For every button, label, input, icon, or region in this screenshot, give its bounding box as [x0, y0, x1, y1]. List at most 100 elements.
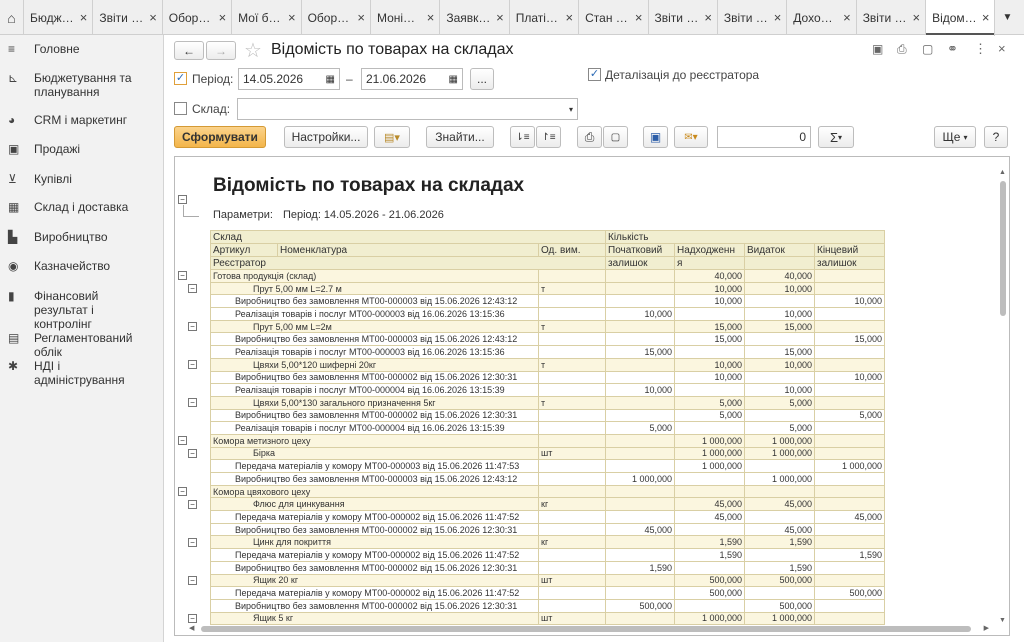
more-button[interactable]: Ще ▾ [934, 126, 976, 148]
tab-9[interactable]: Звіти … × [649, 0, 718, 35]
collapse-toggle-icon[interactable]: − [188, 398, 197, 407]
collapse-toggle-icon[interactable]: − [178, 436, 187, 446]
row-expense [744, 294, 815, 309]
scroll-thumb[interactable] [1000, 181, 1006, 316]
close-icon[interactable]: × [998, 41, 1006, 56]
sidebar-item-5[interactable]: ▦ Склад і доставка [0, 200, 160, 214]
sidebar-item-4[interactable]: ⊻ Купівлі [0, 172, 160, 186]
close-icon[interactable]: × [149, 10, 157, 25]
date-from-input[interactable]: 14.05.2026 ▦ [238, 68, 340, 90]
save-button[interactable]: ▣ [643, 126, 668, 148]
home-icon[interactable]: ⌂ [0, 0, 24, 35]
expand-groups-button[interactable]: ↾≡ [536, 126, 561, 148]
date-to-input[interactable]: 21.06.2026 ▦ [361, 68, 463, 90]
tab-6[interactable]: Заявк… × [440, 0, 510, 35]
sidebar-item-9[interactable]: ▤ Регламентований облік [0, 331, 160, 359]
tab-12[interactable]: Звіти … × [857, 0, 927, 35]
more-vertical-icon[interactable]: ⋮ [974, 41, 987, 57]
chevron-down-icon[interactable]: ▼ [995, 0, 1019, 34]
warehouse-checkbox[interactable] [174, 102, 187, 115]
sidebar-item-8[interactable]: ▮ Фінансовий результат і контролінг [0, 289, 160, 331]
collapse-toggle-icon[interactable]: − [188, 283, 197, 293]
favorite-star-icon[interactable]: ☆ [244, 38, 262, 63]
back-button[interactable]: ← [174, 41, 204, 60]
close-icon[interactable]: × [912, 10, 920, 25]
collapse-toggle-icon[interactable]: − [178, 486, 187, 496]
tab-8[interactable]: Стан … × [579, 0, 649, 35]
sidebar-item-6[interactable]: ▙ Виробництво [0, 230, 160, 244]
row-income: 45,000 [674, 497, 745, 512]
tab-0[interactable]: Бюдж… × [24, 0, 94, 35]
sidebar-item-7[interactable]: ◉ Казначейство [0, 259, 160, 273]
find-button[interactable]: Знайти... [426, 126, 494, 148]
tab-7[interactable]: Платі… × [510, 0, 580, 35]
close-icon[interactable]: × [704, 10, 712, 25]
close-icon[interactable]: × [288, 10, 296, 25]
report-area[interactable]: − Відомість по товарах на складах Параме… [174, 156, 1010, 636]
print-button[interactable]: ⎙ [577, 126, 602, 148]
help-button[interactable]: ? [984, 126, 1008, 148]
collapse-toggle-icon[interactable]: − [188, 537, 197, 547]
vertical-scrollbar[interactable]: ▲ ▼ [999, 169, 1007, 624]
collapse-toggle-icon[interactable]: − [188, 321, 197, 331]
warehouse-input[interactable]: ▾ [237, 98, 578, 120]
scroll-left-icon[interactable]: ◀ [189, 624, 194, 632]
variant-button[interactable]: ▤▾ [374, 126, 410, 148]
scroll-up-icon[interactable]: ▲ [999, 169, 1006, 176]
period-select-button[interactable]: ... [470, 68, 494, 90]
collapse-toggle-icon[interactable]: − [188, 359, 197, 369]
scroll-right-icon[interactable]: ▶ [984, 624, 989, 632]
print-icon[interactable]: ⎙ [897, 42, 907, 57]
sidebar-item-3[interactable]: ▣ Продажі [0, 142, 160, 156]
sum-field[interactable]: 0 [717, 126, 811, 148]
tab-4[interactable]: Обор… × [302, 0, 371, 35]
tab-5[interactable]: Моні… × [371, 0, 441, 35]
sidebar-item-0[interactable]: ≡ Головне [0, 42, 160, 56]
generate-button[interactable]: Сформувати [174, 126, 266, 148]
settings-button[interactable]: Настройки... [284, 126, 368, 148]
calendar-icon[interactable]: ▦ [449, 74, 458, 85]
close-icon[interactable]: × [357, 10, 365, 25]
close-icon[interactable]: × [219, 10, 227, 25]
close-icon[interactable]: × [496, 10, 504, 25]
close-icon[interactable]: × [774, 10, 782, 25]
tab-11[interactable]: Дохо… × [787, 0, 857, 35]
sum-button[interactable]: Σ ▾ [818, 126, 854, 148]
collapse-toggle-icon[interactable]: − [188, 575, 197, 585]
period-checkbox[interactable]: ✓ [174, 72, 187, 85]
forward-button[interactable]: → [206, 41, 236, 60]
preview-icon[interactable]: ▢ [922, 42, 933, 56]
close-icon[interactable]: × [843, 10, 851, 25]
link-icon[interactable]: ⚭ [947, 41, 958, 57]
tab-10[interactable]: Звіти … × [718, 0, 788, 35]
close-icon[interactable]: × [566, 10, 574, 25]
close-icon[interactable]: × [427, 10, 435, 25]
collapse-toggle-icon[interactable]: − [188, 499, 197, 509]
horizontal-scrollbar[interactable]: ◀ ▶ [189, 625, 989, 633]
collapse-toggle-icon[interactable]: − [188, 448, 197, 458]
save-icon[interactable]: ▣ [872, 42, 883, 56]
tab-1[interactable]: Звіти … × [93, 0, 163, 35]
chevron-down-icon[interactable]: ▾ [569, 105, 573, 114]
tab-3[interactable]: Мої б… × [232, 0, 302, 35]
collapse-toggle-icon[interactable]: − [178, 195, 187, 204]
close-icon[interactable]: × [982, 10, 990, 25]
preview-button[interactable]: ▢ [603, 126, 628, 148]
close-icon[interactable]: × [635, 10, 643, 25]
sidebar-item-10[interactable]: ✱ НДІ і адміністрування [0, 359, 160, 387]
collapse-toggle-icon[interactable]: − [188, 613, 197, 623]
tab-13[interactable]: Відом… × [926, 0, 996, 36]
scroll-thumb-h[interactable] [201, 626, 971, 632]
mail-button[interactable]: ✉▾ [674, 126, 708, 148]
tab-2[interactable]: Обор… × [163, 0, 233, 35]
sidebar-item-1[interactable]: ⊾ Бюджетування та планування [0, 71, 160, 99]
scroll-down-icon[interactable]: ▼ [999, 617, 1006, 624]
calendar-icon[interactable]: ▦ [326, 74, 335, 85]
collapse-toggle-icon[interactable]: − [178, 271, 187, 280]
row-income: 500,000 [674, 586, 745, 600]
row-start: 5,000 [605, 421, 675, 435]
collapse-groups-button[interactable]: ⇂≡ [510, 126, 535, 148]
sidebar-item-2[interactable]: ◕ CRM і маркетинг [0, 113, 160, 127]
detail-checkbox[interactable]: ✓ [588, 68, 601, 81]
close-icon[interactable]: × [80, 10, 88, 25]
